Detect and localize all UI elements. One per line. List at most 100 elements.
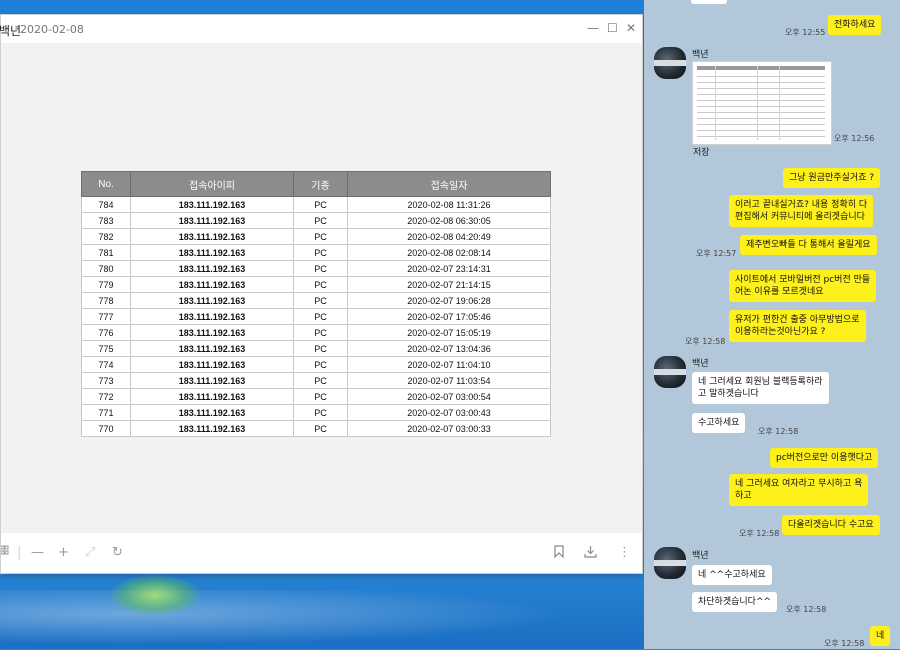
- row-number: 784: [81, 196, 131, 213]
- row-device: PC: [293, 324, 348, 341]
- row-number: 775: [81, 340, 131, 357]
- sender-name: 백년: [692, 359, 709, 369]
- row-number: 778: [81, 292, 131, 309]
- other-message-bubble[interactable]: 네 그러세요 회원님 블랙등록하라 고 말하겟습니다: [692, 372, 829, 404]
- other-message-bubble[interactable]: 차단하겟습니다^^: [692, 592, 778, 612]
- message-time: 오후 12:55: [785, 28, 826, 37]
- row-datetime: 2020-02-08 11:31:26: [347, 196, 551, 213]
- save-link[interactable]: 저장: [693, 145, 710, 158]
- table-row: 778 183.111.192.163 PC 2020-02-07 19:06:28: [81, 292, 551, 309]
- row-ip: 183.111.192.163: [130, 388, 294, 405]
- row-datetime: 2020-02-07 03:00:33: [347, 420, 551, 437]
- row-number: 781: [81, 244, 131, 261]
- row-datetime: 2020-02-08 04:20:49: [347, 228, 551, 245]
- more-icon[interactable]: ⋮: [618, 545, 631, 560]
- table-row: 777 183.111.192.163 PC 2020-02-07 17:05:46: [81, 308, 551, 325]
- rotate-icon[interactable]: ↻: [112, 545, 123, 560]
- my-message-bubble[interactable]: 네: [870, 626, 891, 646]
- row-number: 772: [81, 388, 131, 405]
- zoom-out-icon[interactable]: —: [31, 545, 44, 560]
- avatar[interactable]: [654, 47, 686, 79]
- toolbar-divider: |: [17, 545, 22, 560]
- my-message-bubble[interactable]: 다올리겟습니다 수고요: [782, 515, 880, 535]
- row-datetime: 2020-02-07 03:00:54: [347, 388, 551, 405]
- my-message-bubble[interactable]: 그냥 원금만주실거죠 ?: [783, 168, 881, 188]
- other-message-bubble[interactable]: 수고하세요: [692, 413, 746, 433]
- my-message-bubble[interactable]: 제주변오빠들 다 통해서 올릴게요: [740, 235, 877, 255]
- sender-name: 백년: [692, 50, 709, 60]
- message-time: 오후 12:58: [739, 529, 780, 538]
- row-ip: 183.111.192.163: [130, 196, 294, 213]
- row-device: PC: [293, 212, 348, 229]
- row-number: 770: [81, 420, 131, 437]
- row-device: PC: [293, 420, 348, 437]
- row-datetime: 2020-02-07 11:03:54: [347, 372, 551, 389]
- table-header-row: No. 접속아이피 기종 접속일자: [81, 171, 551, 197]
- table-row: 784 183.111.192.163 PC 2020-02-08 11:31:26: [81, 196, 551, 213]
- table-row: 783 183.111.192.163 PC 2020-02-08 06:30:05: [81, 212, 551, 229]
- row-device: PC: [293, 340, 348, 357]
- column-header: 접속아이피: [130, 171, 294, 197]
- table-row: 774 183.111.192.163 PC 2020-02-07 11:04:10: [81, 356, 551, 373]
- grid-icon[interactable]: [0, 545, 9, 561]
- message-time: 오후 12:58: [824, 639, 865, 648]
- message-time: 오후 12:56: [834, 134, 875, 143]
- row-device: PC: [293, 356, 348, 373]
- column-header: 접속일자: [347, 171, 551, 197]
- viewer-toolbar: | — + ⤢ ↻ ⋮: [0, 535, 642, 573]
- table-row: 779 183.111.192.163 PC 2020-02-07 21:14:15: [81, 276, 551, 293]
- row-device: PC: [293, 308, 348, 325]
- row-number: 771: [81, 404, 131, 421]
- image-message-thumbnail[interactable]: [692, 61, 832, 145]
- fit-icon[interactable]: ⤢: [85, 545, 95, 560]
- table-row: 775 183.111.192.163 PC 2020-02-07 13:04:36: [81, 340, 551, 357]
- avatar[interactable]: [654, 356, 686, 388]
- close-button[interactable]: ✕: [626, 21, 636, 35]
- row-device: PC: [293, 388, 348, 405]
- my-message-bubble[interactable]: 사이트에서 모바일버전 pc버전 만들 어논 이유를 모르겟네요: [729, 270, 877, 302]
- maximize-button[interactable]: ☐: [607, 21, 618, 35]
- row-ip: 183.111.192.163: [130, 404, 294, 421]
- row-datetime: 2020-02-07 13:04:36: [347, 340, 551, 357]
- row-device: PC: [293, 292, 348, 309]
- my-message-bubble[interactable]: 유저가 편한건 출중 아무방법으로 이용하라는것아닌가요 ?: [729, 310, 866, 342]
- row-datetime: 2020-02-07 15:05:19: [347, 324, 551, 341]
- row-device: PC: [293, 276, 348, 293]
- row-datetime: 2020-02-08 02:08:14: [347, 244, 551, 261]
- table-row: 776 183.111.192.163 PC 2020-02-07 15:05:19: [81, 324, 551, 341]
- message-time: 오후 12:58: [758, 427, 799, 436]
- viewer-title-name: 백년: [0, 24, 22, 38]
- download-icon[interactable]: [584, 545, 597, 562]
- my-message-bubble[interactable]: 전화하세요: [828, 15, 882, 35]
- my-message-bubble[interactable]: pc버전으로만 이용햇다고: [770, 448, 879, 468]
- row-ip: 183.111.192.163: [130, 372, 294, 389]
- other-message-bubble[interactable]: 네 ^^수고하세요: [692, 565, 772, 585]
- my-message-bubble[interactable]: 네 그러세요 여자라고 무시하고 욕 하고: [729, 474, 869, 506]
- row-number: 777: [81, 308, 131, 325]
- viewer-title-bar[interactable]: 백년 2020-02-08 — ☐ ✕: [0, 15, 642, 43]
- row-number: 776: [81, 324, 131, 341]
- row-ip: 183.111.192.163: [130, 260, 294, 277]
- row-ip: 183.111.192.163: [130, 308, 294, 325]
- my-message-bubble[interactable]: 이러고 끝내실거죠? 내용 정확히 다 편집해서 커뮤니티에 올리겟습니다: [729, 195, 874, 227]
- avatar[interactable]: [654, 547, 686, 579]
- column-header: No.: [81, 171, 131, 197]
- desktop-leaf: [110, 575, 200, 615]
- row-datetime: 2020-02-07 11:04:10: [347, 356, 551, 373]
- sender-name: 백년: [692, 551, 709, 561]
- column-header: 기종: [293, 171, 348, 197]
- minimize-button[interactable]: —: [587, 21, 599, 35]
- bookmark-icon[interactable]: [554, 545, 564, 562]
- row-device: PC: [293, 260, 348, 277]
- row-ip: 183.111.192.163: [130, 212, 294, 229]
- row-datetime: 2020-02-07 03:00:43: [347, 404, 551, 421]
- message-time: 오후 12:58: [685, 337, 726, 346]
- message-time: 오후 12:58: [786, 605, 827, 614]
- row-number: 782: [81, 228, 131, 245]
- row-ip: 183.111.192.163: [130, 324, 294, 341]
- table-row: 781 183.111.192.163 PC 2020-02-08 02:08:14: [81, 244, 551, 261]
- row-ip: 183.111.192.163: [130, 244, 294, 261]
- chat-panel: 오후 12:55 전화하세요 백년 오후 12:56 저장 그냥 원금만주실거죠…: [644, 0, 900, 649]
- zoom-in-icon[interactable]: +: [58, 545, 69, 560]
- row-ip: 183.111.192.163: [130, 420, 294, 437]
